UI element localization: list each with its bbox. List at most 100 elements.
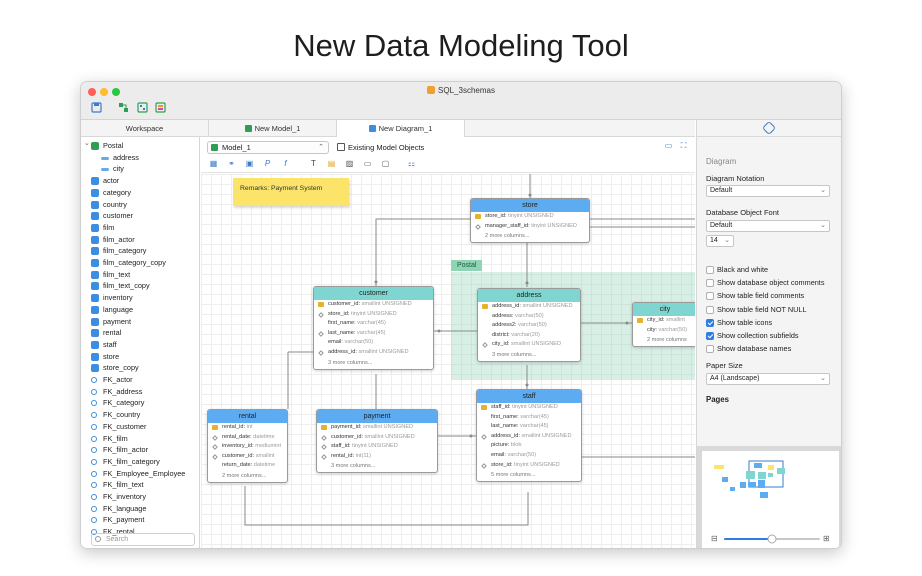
diamond-icon (321, 434, 327, 441)
remarks-note[interactable]: Remarks: Payment System (233, 178, 349, 206)
zoom-out-icon[interactable]: ⊟ (711, 534, 718, 543)
diamond-icon (318, 330, 324, 337)
more-columns[interactable]: 2 more columns... (471, 231, 589, 242)
more-columns[interactable]: 2 more columns (633, 335, 695, 346)
option-show-table-field-not-null[interactable]: Show table field NOT NULL (706, 305, 807, 315)
entity-rental[interactable]: rental rental_id: int rental_date: datet… (207, 409, 288, 483)
existing-objects-button[interactable]: Existing Model Objects (337, 141, 424, 154)
chevron-down-icon[interactable]: ⌄ (84, 138, 90, 150)
tree-item-label: inventory (103, 293, 133, 303)
diagram-notation-select[interactable]: Default ⌄ (706, 185, 830, 197)
properties-icon[interactable] (761, 120, 777, 136)
fullscreen-icon[interactable]: ⛶ (679, 141, 688, 150)
column-type: varchar(50) (344, 339, 374, 346)
tab-diagram[interactable]: New Diagram_1 (337, 120, 465, 137)
font-size-select[interactable]: 14 ⌄ (706, 235, 734, 247)
option-show-database-names[interactable]: Show database names (706, 344, 791, 354)
more-columns[interactable]: 3 more columns... (478, 350, 580, 361)
entity-row: staff_id: tinyint UNSIGNED (477, 403, 581, 413)
text-tool-icon[interactable]: T (309, 159, 318, 168)
tab-model[interactable]: New Model_1 (209, 120, 337, 137)
select-value: 14 (710, 237, 718, 244)
option-show-collection-subfields[interactable]: Show collection subfields (706, 331, 799, 341)
column-type: varchar(50) (515, 312, 544, 319)
checkbox-label: Show database names (717, 344, 792, 354)
procedure-tool-icon[interactable]: P (263, 159, 272, 168)
column-name: staff_id: (331, 443, 351, 450)
checkbox[interactable] (706, 318, 714, 327)
checkbox-label: Show table icons (717, 317, 773, 327)
option-black-and-white[interactable]: Black and white (706, 265, 768, 275)
entity-title: rental (208, 410, 287, 423)
table-tool-icon[interactable]: ▦ (209, 159, 218, 168)
shape-tool-icon[interactable]: ▭ (363, 159, 372, 168)
checkbox[interactable] (706, 345, 714, 354)
checkbox[interactable] (706, 266, 714, 274)
checkbox-label: Show table field comments (717, 291, 805, 301)
entity-row: address: varchar(50) (478, 312, 580, 322)
entity-row: customer_id: smallint (208, 452, 287, 462)
new-diagram-icon[interactable] (137, 102, 148, 113)
note-tool-icon[interactable]: ▤ (327, 159, 336, 168)
checkbox-label: Show database object comments (717, 278, 825, 288)
new-model-icon[interactable] (118, 102, 129, 113)
search-field[interactable]: Search (91, 533, 195, 546)
checkbox[interactable] (706, 292, 714, 301)
entity-row: staff_id: tinyint UNSIGNED (317, 442, 437, 452)
entity-row: email: varchar(50) (314, 338, 433, 348)
auto-layout-icon[interactable]: ⚏ (407, 159, 416, 168)
entity-payment[interactable]: payment payment_id: smallint UNSIGNED cu… (316, 409, 438, 474)
entity-row: store_id: tinyint UNSIGNED (314, 310, 433, 320)
more-columns[interactable]: 2 more columns... (208, 471, 287, 482)
column-name: store_id: (328, 310, 350, 317)
entity-city[interactable]: city city_id: smallint city: varchar(50)… (632, 302, 695, 348)
tree-item-label: rental (103, 328, 122, 338)
entity-address[interactable]: address address_id: smallint UNSIGNED ad… (477, 288, 581, 362)
entity-store[interactable]: store store_id: tinyint UNSIGNED manager… (470, 198, 590, 244)
more-columns[interactable]: 3 more columns... (314, 358, 433, 369)
zoom-slider[interactable] (724, 534, 820, 544)
save-icon[interactable] (91, 102, 102, 113)
entity-staff[interactable]: staff staff_id: tinyint UNSIGNED first_n… (476, 389, 582, 483)
layer-tool-icon[interactable]: ▢ (381, 159, 390, 168)
column-name: customer_id: (222, 452, 255, 459)
properties-panel: Diagram Diagram Notation Default ⌄ Databa… (696, 120, 841, 548)
column-name: address2: (492, 322, 517, 329)
entity-title: payment (317, 410, 437, 423)
comment-icon[interactable]: ▭ (664, 141, 673, 150)
tree-item-label: FK_address (103, 386, 143, 396)
paper-size-select[interactable]: A4 (Landscape) ⌄ (706, 373, 830, 385)
function-tool-icon[interactable]: f (281, 159, 290, 168)
tab-workspace[interactable]: Workspace (81, 120, 209, 137)
diamond-icon (212, 434, 218, 441)
view-tool-icon[interactable]: ▣ (245, 159, 254, 168)
option-show-table-icons[interactable]: Show table icons (706, 318, 772, 328)
foreign-key-icon (91, 458, 97, 465)
generate-icon[interactable] (155, 102, 166, 113)
more-columns[interactable]: 5 more columns... (477, 470, 581, 481)
column-name: district: (492, 331, 510, 338)
model-select[interactable]: Model_1 ⌃ (207, 141, 329, 154)
checkbox[interactable] (706, 305, 714, 314)
entity-customer[interactable]: customer customer_id: smallint UNSIGNED … (313, 286, 434, 370)
more-columns[interactable]: 3 more columns... (317, 461, 437, 472)
model-icon (244, 125, 252, 132)
checkbox[interactable] (706, 332, 714, 340)
tree-item-label: country (103, 199, 127, 209)
diamond-icon (318, 350, 324, 356)
checkbox[interactable] (706, 279, 714, 288)
column-name: store_id: (491, 461, 513, 468)
tree-item-label: store_copy (103, 363, 139, 373)
option-show-table-field-comments[interactable]: Show table field comments (706, 291, 804, 301)
tree-item-label: language (103, 304, 134, 314)
zoom-in-icon[interactable]: ⊞ (823, 534, 830, 543)
relation-tool-icon[interactable]: ⚭ (227, 159, 236, 168)
entity-row: district: varchar(20) (478, 331, 580, 341)
object-font-select[interactable]: Default ⌄ (706, 220, 830, 232)
image-tool-icon[interactable]: ▨ (345, 159, 354, 168)
key-icon (321, 425, 327, 430)
tree-item-label: FK_film_actor (103, 445, 149, 455)
diamond-icon (321, 453, 327, 460)
option-show-database-object-comments[interactable]: Show database object comments (706, 278, 825, 288)
table-icon (91, 352, 99, 361)
